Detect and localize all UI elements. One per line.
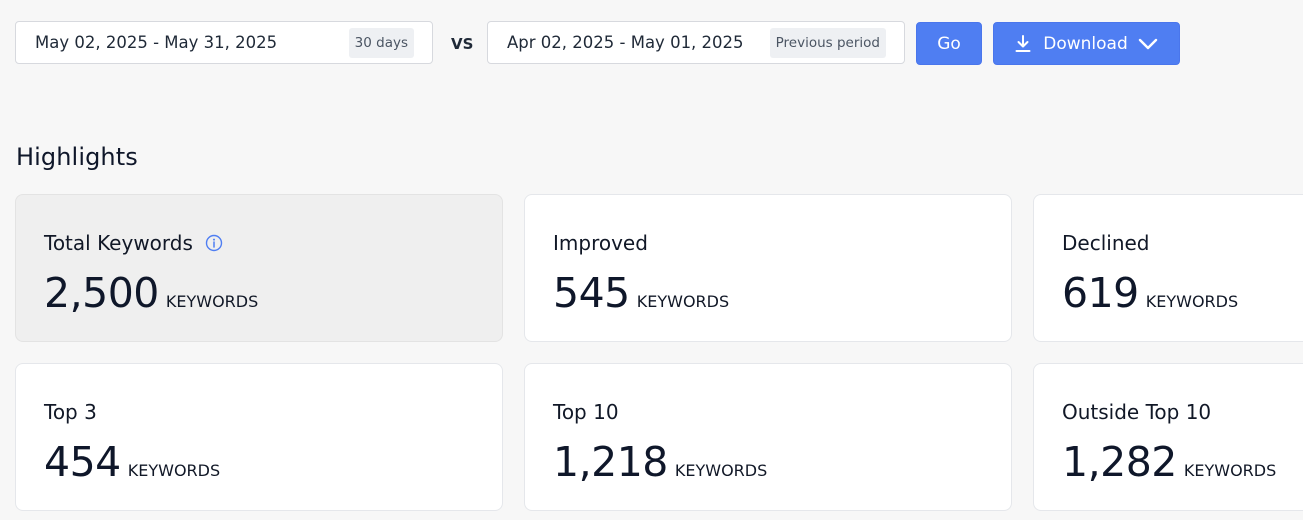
card-unit: KEYWORDS: [165, 292, 259, 311]
current-date-range-text: May 02, 2025 - May 31, 2025: [35, 33, 278, 52]
card-value: 1,282: [1062, 438, 1177, 486]
chevron-down-icon: [1138, 38, 1158, 50]
card-value-row: 2,500 KEYWORDS: [44, 269, 258, 317]
card-value: 545: [553, 269, 630, 317]
go-button-label: Go: [937, 33, 961, 54]
highlights-title: Highlights: [16, 143, 138, 171]
card-value-row: 619 KEYWORDS: [1062, 269, 1238, 317]
download-icon: [1015, 34, 1031, 53]
card-unit: KEYWORDS: [127, 461, 221, 480]
info-circle-icon[interactable]: [205, 234, 223, 252]
outside-top-10-keywords-card[interactable]: Outside Top 10 1,282 KEYWORDS: [1033, 363, 1303, 511]
card-value: 2,500: [44, 269, 159, 317]
top-3-keywords-card[interactable]: Top 3 454 KEYWORDS: [15, 363, 503, 511]
download-button-label: Download: [1043, 33, 1128, 54]
card-label-row: Total Keywords: [44, 231, 223, 255]
card-value: 619: [1062, 269, 1139, 317]
card-unit: KEYWORDS: [1145, 292, 1239, 311]
vs-label: VS: [451, 35, 474, 53]
download-button[interactable]: Download: [993, 22, 1180, 65]
declined-keywords-card[interactable]: Declined 619 KEYWORDS: [1033, 194, 1303, 342]
current-date-range-picker[interactable]: May 02, 2025 - May 31, 2025 30 days: [15, 21, 433, 64]
card-value: 454: [44, 438, 121, 486]
card-value-row: 454 KEYWORDS: [44, 438, 220, 486]
comparison-date-range-picker[interactable]: Apr 02, 2025 - May 01, 2025 Previous per…: [487, 21, 905, 64]
card-value: 1,218: [553, 438, 668, 486]
card-label: Top 3: [44, 400, 97, 424]
improved-keywords-card[interactable]: Improved 545 KEYWORDS: [524, 194, 1012, 342]
top-10-keywords-card[interactable]: Top 10 1,218 KEYWORDS: [524, 363, 1012, 511]
current-period-badge: 30 days: [348, 27, 414, 58]
card-unit: KEYWORDS: [636, 292, 730, 311]
card-value-row: 1,282 KEYWORDS: [1062, 438, 1276, 486]
comparison-date-range-text: Apr 02, 2025 - May 01, 2025: [507, 33, 744, 52]
card-label: Total Keywords: [44, 231, 193, 255]
card-unit: KEYWORDS: [674, 461, 768, 480]
card-value-row: 545 KEYWORDS: [553, 269, 729, 317]
card-label: Declined: [1062, 231, 1150, 255]
comparison-period-badge: Previous period: [769, 27, 886, 58]
card-unit: KEYWORDS: [1183, 461, 1277, 480]
card-label: Improved: [553, 231, 648, 255]
card-value-row: 1,218 KEYWORDS: [553, 438, 767, 486]
card-label: Top 10: [553, 400, 619, 424]
total-keywords-card[interactable]: Total Keywords 2,500 KEYWORDS: [15, 194, 503, 342]
go-button[interactable]: Go: [916, 22, 982, 65]
card-label: Outside Top 10: [1062, 400, 1212, 424]
